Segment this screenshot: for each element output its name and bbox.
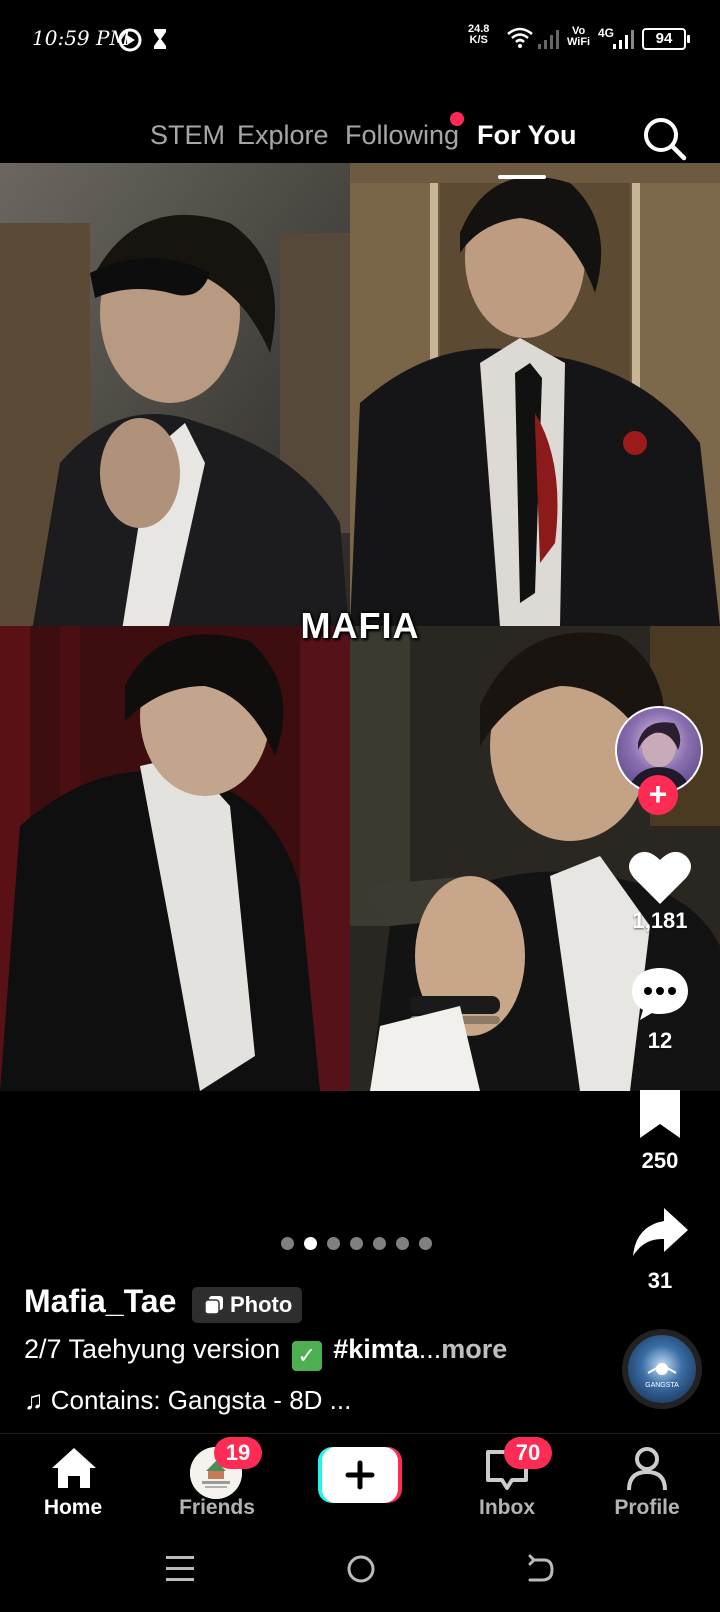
recent-apps-icon[interactable] — [166, 1554, 194, 1584]
photo-stack-icon — [204, 1296, 223, 1315]
tab-explore[interactable]: Explore — [237, 120, 329, 151]
share-arrow-icon[interactable] — [630, 1206, 690, 1260]
profile-icon — [627, 1447, 667, 1491]
caption-ellipsis: ... — [418, 1334, 442, 1364]
tab-stem[interactable]: STEM — [150, 120, 225, 151]
follow-button[interactable]: + — [638, 775, 678, 815]
home-circle-icon[interactable] — [346, 1554, 376, 1584]
save-count: 250 — [641, 1148, 679, 1173]
create-post-button[interactable] — [318, 1447, 402, 1503]
share-count: 31 — [647, 1268, 673, 1293]
nav-inbox-label: Inbox — [479, 1496, 535, 1519]
photo-top-right — [350, 163, 720, 626]
tab-for-you[interactable]: For You — [477, 120, 577, 151]
carousel-dot[interactable] — [419, 1237, 432, 1250]
caption-more-link[interactable]: more — [441, 1334, 507, 1364]
post-photo-collage[interactable]: MAFIA — [0, 163, 720, 1123]
post-caption[interactable]: 2/7 Taehyung version ✓ #kimta...more — [24, 1334, 507, 1371]
signal-bars-icon-1 — [538, 30, 559, 49]
inbox-badge: 70 — [504, 1437, 552, 1469]
carousel-dot[interactable] — [350, 1237, 363, 1250]
hourglass-icon — [154, 29, 166, 49]
carousel-dot[interactable] — [281, 1237, 294, 1250]
music-disc[interactable]: GANGSTA — [622, 1329, 702, 1409]
following-notification-dot — [450, 112, 464, 126]
wifi-icon — [507, 27, 533, 48]
battery-indicator: 94 — [642, 28, 690, 50]
caption-hashtag[interactable]: #kimta — [333, 1334, 419, 1364]
carousel-dot[interactable] — [373, 1237, 386, 1250]
nav-home-label: Home — [43, 1496, 103, 1519]
comment-icon[interactable] — [630, 966, 690, 1022]
screen-record-icon — [118, 28, 142, 52]
status-time: 10:59 PM — [32, 26, 130, 50]
post-overlay-title: MAFIA — [300, 605, 420, 646]
active-tab-indicator — [498, 175, 546, 179]
music-disc-label: GANGSTA — [645, 1382, 679, 1389]
back-icon[interactable] — [526, 1554, 556, 1584]
like-count: 1,181 — [632, 908, 688, 933]
vowifi-indicator: Vo WiFi — [567, 25, 591, 48]
friends-badge: 19 — [214, 1437, 262, 1469]
carousel-dot-active[interactable] — [304, 1237, 317, 1250]
status-bar: 10:59 PM 24.8 K/S Vo WiFi 4G 94 — [0, 0, 720, 78]
carousel-dot[interactable] — [396, 1237, 409, 1250]
post-type-label: Photo — [230, 1292, 293, 1317]
music-title: Contains: Gangsta - 8D ... — [50, 1385, 352, 1415]
carousel-indicator — [281, 1237, 432, 1251]
tab-following[interactable]: Following — [345, 120, 459, 151]
music-note-icon: ♫ — [24, 1385, 44, 1415]
signal-bars-icon-2 — [613, 30, 634, 49]
carousel-dot[interactable] — [327, 1237, 340, 1250]
caption-text: 2/7 Taehyung version — [24, 1334, 281, 1364]
check-mark-emoji: ✓ — [291, 1341, 322, 1371]
search-icon[interactable] — [640, 114, 688, 162]
nav-profile-label: Profile — [614, 1496, 680, 1519]
photo-top-left — [0, 163, 350, 643]
network-speed: 24.8 K/S — [468, 23, 490, 46]
photo-bottom-left — [0, 626, 350, 1091]
system-navigation-bar — [0, 1540, 720, 1612]
bookmark-icon[interactable] — [638, 1088, 682, 1140]
nav-friends-label: Friends — [179, 1496, 255, 1519]
like-heart-icon[interactable] — [628, 848, 692, 906]
post-type-badge: Photo — [192, 1287, 303, 1323]
home-icon — [52, 1448, 96, 1488]
creator-username[interactable]: Mafia_Tae — [24, 1283, 176, 1320]
comment-count: 12 — [647, 1028, 673, 1053]
music-info[interactable]: ♫ Contains: Gangsta - 8D ... — [24, 1385, 351, 1416]
